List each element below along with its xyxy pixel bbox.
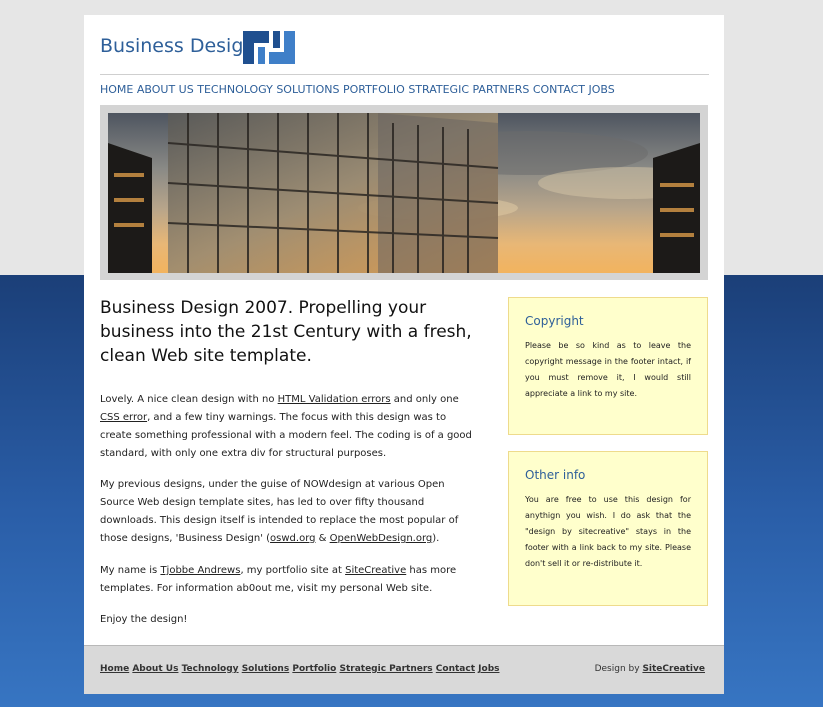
- nav-technology[interactable]: TECHNOLOGY: [197, 83, 273, 96]
- banner: [100, 105, 708, 280]
- history-paragraph: My previous designs, under the guise of …: [100, 479, 459, 544]
- footer-nav: Home About Us Technology Solutions Portf…: [100, 664, 500, 674]
- copyright-box: Copyright Please be so kind as to leave …: [508, 297, 708, 435]
- page-container: Business Design HOME ABOUT US TECHNOLOGY…: [84, 15, 724, 694]
- footer-link-home[interactable]: Home: [100, 664, 129, 674]
- banner-image: [108, 113, 700, 273]
- sitecreative-link[interactable]: SiteCreative: [345, 565, 406, 576]
- copyright-title: Copyright: [525, 314, 584, 328]
- css-error-link[interactable]: CSS error: [100, 412, 147, 423]
- closing-paragraph: Enjoy the design!: [100, 614, 188, 625]
- footer-link-about-us[interactable]: About Us: [132, 664, 178, 674]
- page-headline: Business Design 2007. Propelling your bu…: [100, 298, 472, 366]
- other-info-title: Other info: [525, 468, 586, 482]
- nav-strategic-partners[interactable]: STRATEGIC PARTNERS: [408, 83, 529, 96]
- logo-icon: [243, 31, 295, 64]
- design-credit: Design by SiteCreative: [594, 664, 705, 674]
- footer: Home About Us Technology Solutions Portf…: [84, 645, 724, 694]
- header-divider: [100, 74, 709, 75]
- site-title[interactable]: Business Design: [100, 35, 255, 57]
- html-validation-link[interactable]: HTML Validation errors: [278, 394, 391, 405]
- other-info-text: You are free to use this design for anyt…: [525, 495, 691, 568]
- nav-home[interactable]: HOME: [100, 83, 133, 96]
- other-info-box: Other info You are free to use this desi…: [508, 451, 708, 606]
- copyright-text: Please be so kind as to leave the copyri…: [525, 341, 691, 398]
- nav-about-us[interactable]: ABOUT US: [137, 83, 194, 96]
- author-paragraph: My name is Tjobbe Andrews, my portfolio …: [100, 565, 457, 594]
- author-link[interactable]: Tjobbe Andrews: [160, 565, 240, 576]
- oswd-link[interactable]: oswd.org: [270, 533, 315, 544]
- footer-link-solutions[interactable]: Solutions: [242, 664, 290, 674]
- footer-link-contact[interactable]: Contact: [436, 664, 475, 674]
- openwebdesign-link[interactable]: OpenWebDesign.org: [330, 533, 433, 544]
- footer-link-jobs[interactable]: Jobs: [478, 664, 499, 674]
- nav-jobs[interactable]: JOBS: [589, 83, 615, 96]
- nav-portfolio[interactable]: PORTFOLIO: [343, 83, 405, 96]
- footer-link-strategic-partners[interactable]: Strategic Partners: [339, 664, 432, 674]
- nav-solutions[interactable]: SOLUTIONS: [276, 83, 339, 96]
- intro-paragraph: Lovely. A nice clean design with no HTML…: [100, 394, 472, 459]
- credit-sitecreative-link[interactable]: SiteCreative: [642, 664, 705, 674]
- nav-contact[interactable]: CONTACT: [533, 83, 585, 96]
- footer-link-portfolio[interactable]: Portfolio: [292, 664, 336, 674]
- main-nav: HOME ABOUT US TECHNOLOGY SOLUTIONS PORTF…: [100, 83, 615, 96]
- footer-link-technology[interactable]: Technology: [182, 664, 239, 674]
